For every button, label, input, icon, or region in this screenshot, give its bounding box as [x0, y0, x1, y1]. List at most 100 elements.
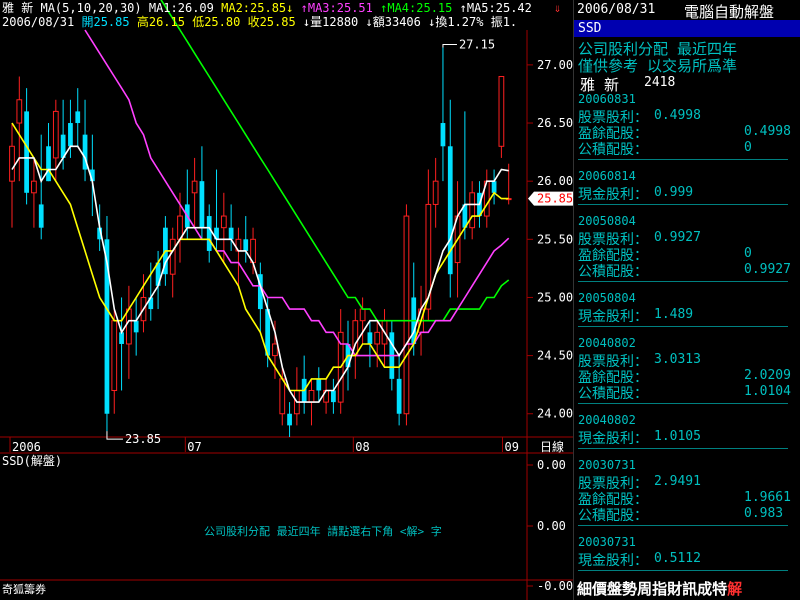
ma1-value: MA1:26.09 — [148, 1, 214, 15]
high-annotation-leader — [442, 43, 457, 48]
record-separator — [578, 525, 788, 526]
candle-body — [169, 238, 176, 275]
menu-item-10[interactable]: 解 — [727, 578, 742, 599]
panel-date: 2006/08/31 — [577, 2, 656, 17]
record-value: 3.0313 — [654, 352, 701, 367]
ma3-value: MA3:25.51 — [307, 1, 373, 15]
record-label: 現金股利： — [578, 309, 648, 325]
record-value: 2.9491 — [654, 474, 701, 489]
candle-body — [206, 216, 212, 251]
open-value: 開25.85 — [81, 15, 130, 29]
record-date: 20050804 — [578, 291, 636, 305]
record-label: 公積配股： — [578, 386, 648, 402]
candle-body — [52, 110, 59, 159]
menu-item-0[interactable]: 細 — [577, 578, 592, 599]
menu-item-6[interactable]: 財 — [667, 578, 682, 599]
menu-item-2[interactable]: 盤 — [607, 578, 622, 599]
candle-body — [396, 378, 402, 414]
price-tick-label: 24.00 — [537, 407, 573, 421]
record-label: 現金股利： — [578, 187, 648, 203]
record-separator — [578, 326, 788, 327]
record-value: 1.0105 — [654, 429, 701, 444]
candle-body — [75, 111, 81, 124]
bottom-menu: 細價盤勢周指財訊成特解 — [577, 578, 742, 600]
x-axis-label: 07 — [187, 440, 201, 454]
candle-body — [469, 192, 476, 229]
candle-body — [38, 204, 44, 228]
candle-body — [125, 308, 132, 345]
price-tick-label: 24.50 — [537, 349, 573, 363]
stock-name: 雅 新 — [2, 1, 34, 15]
menu-item-3[interactable]: 勢 — [622, 578, 637, 599]
candle-body — [316, 378, 322, 391]
high-annotation: 27.15 — [459, 37, 495, 51]
period-label: 日線 — [540, 439, 564, 454]
ma4-line — [160, 0, 510, 322]
menu-item-7[interactable]: 訊 — [682, 578, 697, 599]
menu-item-5[interactable]: 指 — [652, 578, 667, 599]
candle-body — [440, 123, 446, 147]
candle-body — [331, 390, 336, 403]
panel-title: 電腦自動解盤 — [684, 3, 775, 21]
lower-axis-label: 0.00 — [537, 519, 566, 533]
candle-body — [220, 215, 227, 229]
menu-item-8[interactable]: 成 — [697, 578, 712, 599]
candle-body — [403, 215, 410, 415]
candle-body — [119, 332, 124, 344]
price-tick-label: 26.00 — [537, 174, 573, 188]
quote-date: 2006/08/31 — [2, 15, 75, 29]
record-label: 現金股利： — [578, 553, 648, 569]
ma-params: MA(5,10,20,30) — [40, 1, 142, 15]
record-separator — [578, 448, 788, 449]
record-date: 20050804 — [578, 214, 636, 228]
lower-axis-label: -0.00 — [537, 579, 573, 593]
record-date: 20060831 — [578, 92, 636, 106]
candle-body — [374, 331, 381, 345]
header-row-2: 2006/08/31 開25.85 高26.15 低25.80 收25.85 ↓… — [2, 15, 517, 29]
amplitude-value: 振1. — [490, 15, 518, 29]
low-annotation: 23.85 — [125, 432, 161, 446]
lower-panel-title: SSD(解盤) — [2, 454, 63, 468]
record-separator — [578, 281, 788, 282]
record-value: 0.999 — [654, 185, 694, 200]
candle-body — [199, 181, 205, 228]
candle-body — [367, 332, 373, 344]
ma2-down-arrow-icon: ↓ — [286, 1, 294, 15]
candle-body — [432, 180, 439, 205]
menu-item-4[interactable]: 周 — [637, 578, 652, 599]
candle-body — [16, 99, 23, 124]
record-value: 0.4998 — [744, 124, 791, 139]
ma4-value: MA4:25.15 — [387, 1, 453, 15]
price-chart-area[interactable]: 27.00 26.50 26.00 25.50 25.00 24.50 24.00 2006 0… — [0, 0, 573, 600]
menu-item-9[interactable]: 特 — [712, 578, 727, 599]
candle-body — [308, 389, 315, 403]
menu-item-1[interactable]: 價 — [592, 578, 607, 599]
ma5-value: MA5:25.42 — [466, 1, 532, 15]
record-separator — [578, 204, 788, 205]
analysis-panel: 2006/08/31 電腦自動解盤 SSD 公司股利分配 最近四年 僅供參考 以… — [573, 0, 800, 600]
record-value: 2.0209 — [744, 368, 791, 383]
low-annotation-leader — [106, 431, 123, 440]
record-value: 0.5112 — [654, 551, 701, 566]
record-date: 20040802 — [578, 336, 636, 350]
price-tick-label: 25.50 — [537, 232, 573, 246]
high-value: 高26.15 — [136, 15, 185, 29]
record-date: 20030731 — [578, 535, 636, 549]
record-date: 20060814 — [578, 169, 636, 183]
price-tick-label: 27.00 — [537, 58, 573, 72]
record-value: 0 — [744, 140, 752, 155]
x-axis-label: 08 — [355, 440, 369, 454]
record-value: 1.9661 — [744, 490, 791, 505]
amount-value: 額33406 — [372, 15, 421, 29]
ticker-bar — [574, 20, 800, 37]
price-chart[interactable]: 27.00 26.50 26.00 25.50 25.00 24.50 24.00 2006 0… — [0, 0, 573, 600]
scroll-down-arrow-icon[interactable]: ⇓ — [554, 1, 561, 15]
candle-body — [24, 111, 29, 193]
candle-body — [272, 343, 278, 357]
ticker-symbol: SSD — [578, 21, 602, 36]
amount-down-arrow-icon: ↓ — [365, 15, 373, 29]
price-tick-label: 25.00 — [537, 290, 573, 304]
record-date: 20030731 — [578, 458, 636, 472]
close-value: 收25.85 — [247, 15, 296, 29]
record-value: 1.0104 — [744, 384, 791, 399]
